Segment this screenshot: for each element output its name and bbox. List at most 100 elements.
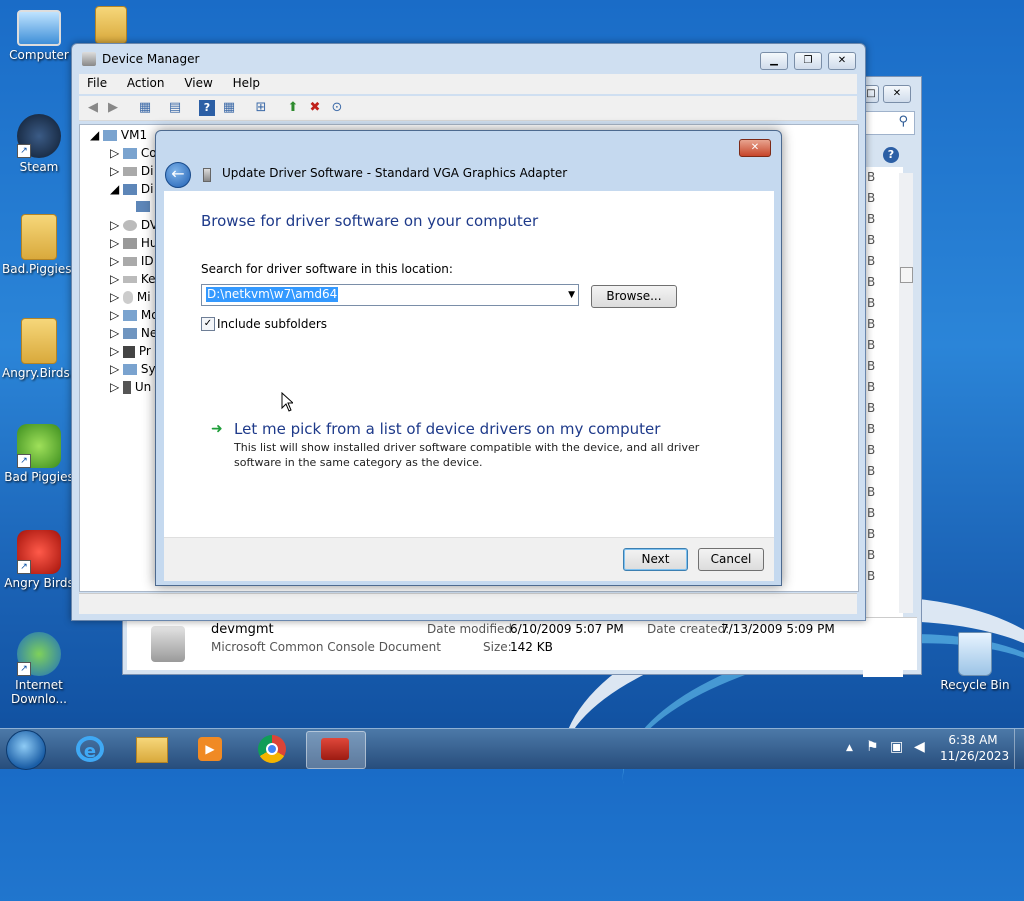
desktop-icon-internet-download[interactable]: ↗ Internet Downlo... [2, 632, 76, 706]
menu-help[interactable]: Help [225, 74, 268, 92]
tree-item[interactable]: ◢ Di [110, 182, 153, 196]
start-button[interactable] [6, 730, 46, 770]
chevron-down-icon[interactable]: ▼ [568, 285, 575, 305]
tree-root[interactable]: ◢ VM1 [90, 128, 147, 142]
file-list: B B B B B B B B B B B B B B B B B B B B [863, 167, 903, 677]
show-hidden-icons[interactable]: ▲ [846, 743, 853, 753]
menu-file[interactable]: File [79, 74, 115, 92]
desktop-icon-recycle-bin[interactable]: Recycle Bin [938, 632, 1012, 692]
desktop-icon-computer[interactable]: Computer [2, 10, 76, 62]
pick-description-line1: This list will show installed driver sof… [234, 441, 700, 454]
desktop-icon-angry-birds-folder[interactable]: Angry.Birds... [2, 318, 81, 380]
list-item: B [867, 275, 876, 289]
desktop-icon-label: Internet Downlo... [11, 678, 67, 706]
close-button[interactable]: ✕ [739, 139, 771, 157]
date-created-value: 7/13/2009 5:09 PM [721, 622, 835, 636]
action-center-icon[interactable]: ⚑ [866, 739, 879, 755]
pick-from-list-link[interactable]: Let me pick from a list of device driver… [234, 420, 660, 438]
tree-item-label: Ke [140, 272, 156, 286]
browse-button[interactable]: Browse... [591, 285, 677, 308]
taskbar-device-manager[interactable] [306, 731, 366, 769]
driver-path-combobox[interactable]: D:\netkvm\w7\amd64 ▼ [201, 284, 579, 306]
desktop-icon-folder[interactable] [74, 6, 148, 46]
tree-subitem[interactable] [136, 199, 150, 213]
steam-icon: ↗ [17, 114, 61, 158]
desktop-icon-bad-piggies[interactable]: ↗ Bad Piggies [2, 424, 76, 484]
volume-icon[interactable]: ◀ [914, 739, 925, 755]
taskbar-chrome[interactable] [244, 731, 302, 767]
hid-icon [123, 238, 138, 249]
display-adapter-icon [123, 184, 138, 195]
tree-item[interactable]: ▷ DV [110, 218, 158, 232]
maximize-button[interactable]: ❐ [794, 52, 822, 70]
menu-action[interactable]: Action [119, 74, 173, 92]
list-item: B [867, 338, 876, 352]
show-hide-tree-icon[interactable]: ▦ [137, 100, 153, 116]
menu-view[interactable]: View [176, 74, 220, 92]
system-devices-icon [123, 364, 138, 375]
tree-item[interactable]: ▷ Sy [110, 362, 156, 376]
internet-download-manager-icon: ↗ [17, 632, 61, 676]
list-item: B [867, 296, 876, 310]
scrollbar[interactable] [899, 173, 913, 613]
chrome-icon [258, 735, 286, 763]
computer-icon [17, 10, 61, 46]
tree-item[interactable]: ▷ Di [110, 164, 153, 178]
close-button[interactable]: ✕ [828, 52, 856, 70]
scan-hardware-icon[interactable]: ⊞ [253, 100, 269, 116]
desktop-icon-label: Angry Birds [4, 576, 74, 590]
desktop-icon-angry-birds[interactable]: ↗ Angry Birds [2, 530, 76, 590]
media-player-icon: ▶ [198, 737, 222, 761]
help-icon[interactable]: ? [883, 147, 899, 163]
next-button[interactable]: Next [623, 548, 688, 571]
forward-arrow-icon[interactable]: ▶ [105, 100, 121, 116]
recycle-bin-icon [958, 632, 992, 676]
list-item: B [867, 443, 876, 457]
back-arrow-icon[interactable]: ← [165, 162, 191, 188]
folder-icon [95, 6, 127, 44]
tree-item[interactable]: ▷ Un [110, 380, 151, 394]
system-clock[interactable]: 6:38 AM 11/26/2023 [940, 733, 1009, 763]
close-button[interactable]: ✕ [883, 85, 911, 103]
taskbar-media-player[interactable]: ▶ [182, 731, 240, 767]
tree-item[interactable]: ▷ Ke [110, 272, 156, 286]
list-item: B [867, 485, 876, 499]
tree-item[interactable]: ▷ Ne [110, 326, 157, 340]
network-icon[interactable]: ▣ [890, 739, 903, 755]
properties-icon[interactable]: ▤ [167, 100, 183, 116]
tree-item[interactable]: ▷ Mo [110, 308, 159, 322]
file-type: Microsoft Common Console Document [211, 640, 441, 654]
list-item: B [867, 527, 876, 541]
taskbar-windows-explorer[interactable] [122, 731, 180, 767]
tree-item[interactable]: ▷ Co [110, 146, 157, 160]
tree-item[interactable]: ▷ ID [110, 254, 154, 268]
desktop-icon-bad-piggies-folder[interactable]: Bad.Piggies... [2, 214, 83, 276]
dialog-body: Browse for driver software on your compu… [164, 191, 774, 537]
desktop-icon-label: Bad Piggies [4, 470, 74, 484]
show-desktop-button[interactable] [1014, 729, 1024, 769]
view-icon[interactable]: ▦ [221, 100, 237, 116]
disable-device-icon[interactable]: ⊙ [329, 100, 345, 116]
bad-piggies-icon: ↗ [17, 424, 61, 468]
list-item: B [867, 422, 876, 436]
help-icon[interactable]: ? [199, 100, 215, 116]
tree-item-label: Sy [140, 362, 156, 376]
minimize-button[interactable]: ▁ [760, 52, 788, 70]
tree-item[interactable]: ▷ Pr [110, 344, 151, 358]
include-subfolders-checkbox[interactable]: ✓ [201, 317, 215, 331]
tree-item[interactable]: ▷ Mi [110, 290, 151, 304]
back-arrow-icon[interactable]: ◀ [85, 100, 101, 116]
update-driver-icon[interactable]: ⬆ [285, 100, 301, 116]
folder-icon [136, 737, 168, 763]
tree-item[interactable]: ▷ Hu [110, 236, 158, 250]
angry-birds-icon: ↗ [17, 530, 61, 574]
cancel-button[interactable]: Cancel [698, 548, 764, 571]
taskbar-internet-explorer[interactable]: e [62, 731, 120, 767]
uninstall-icon[interactable]: ✖ [307, 100, 323, 116]
search-box[interactable]: ⚲ [863, 111, 915, 135]
mouse-icon [123, 291, 134, 304]
processor-icon [123, 345, 136, 358]
update-driver-dialog[interactable]: ✕ ← Update Driver Software - Standard VG… [155, 130, 782, 586]
desktop-icon-steam[interactable]: ↗ Steam [2, 114, 76, 174]
scrollbar-thumb[interactable] [900, 267, 913, 283]
